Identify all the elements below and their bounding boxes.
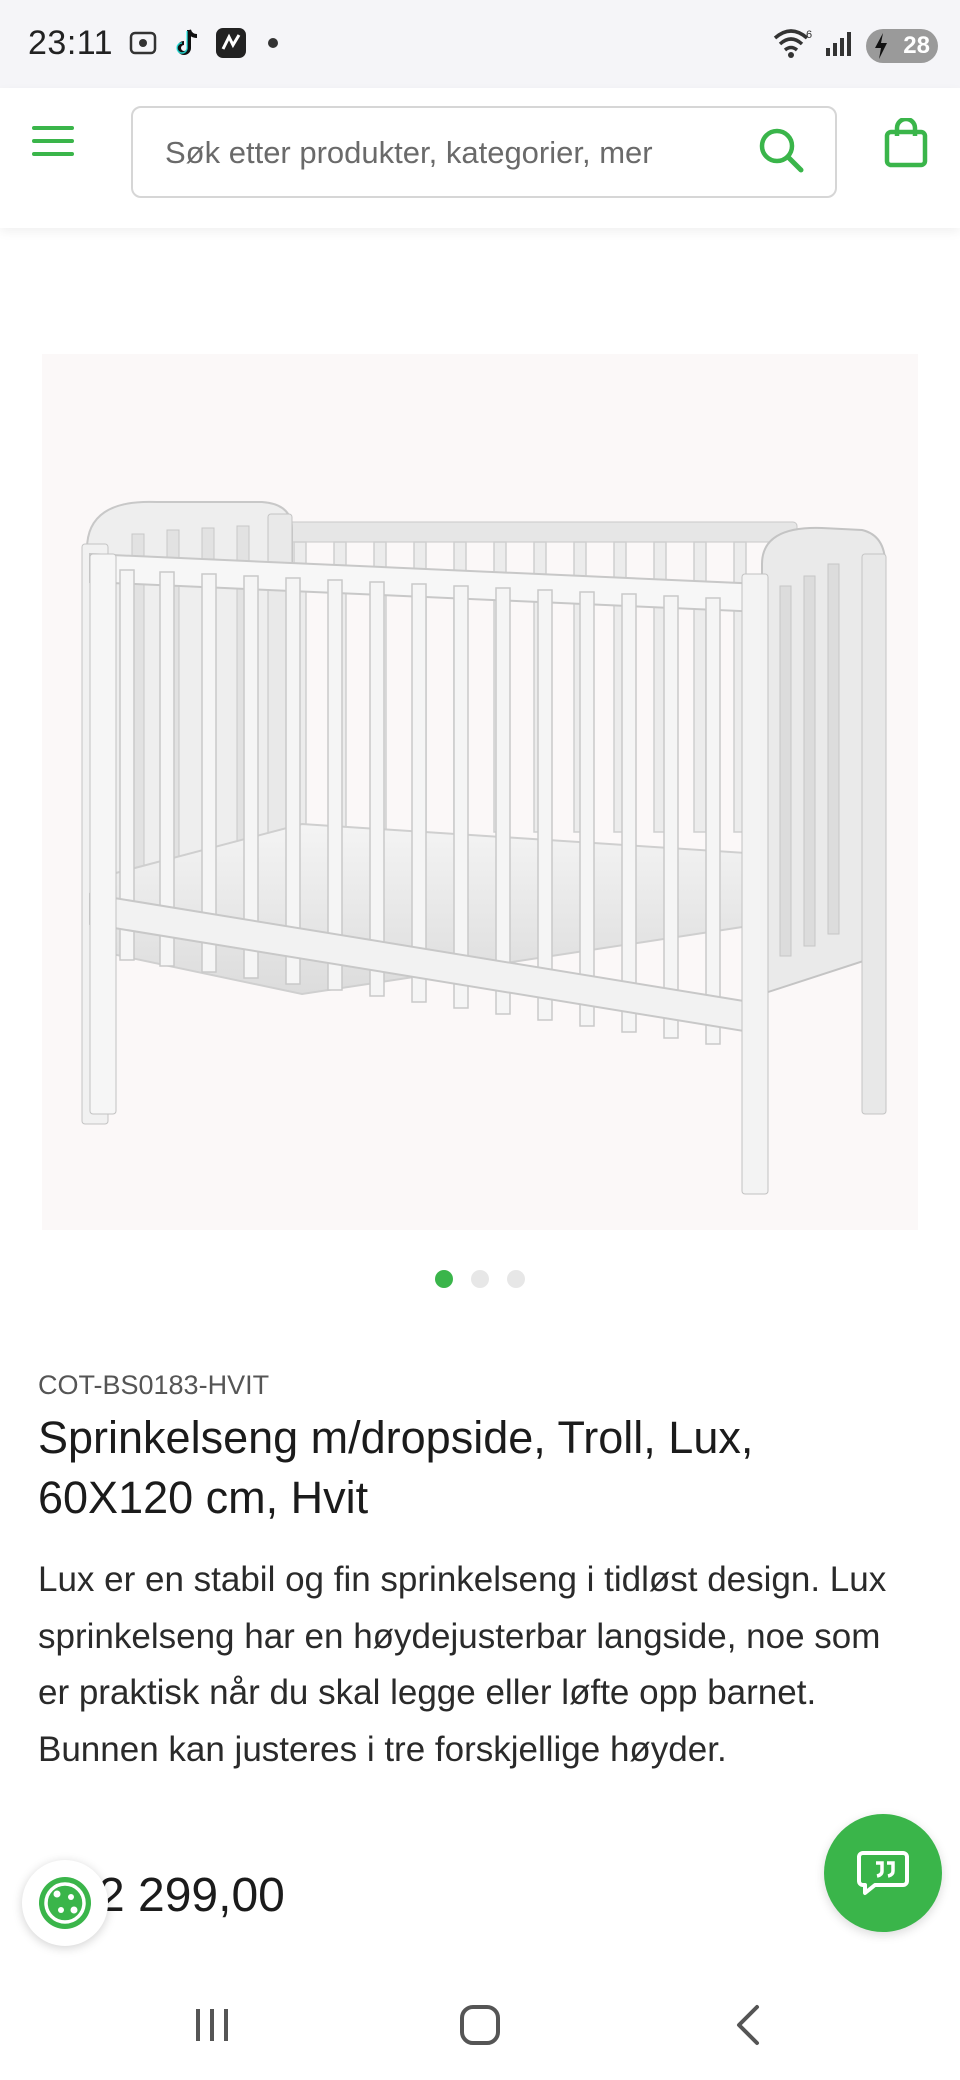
search-input[interactable]	[163, 108, 727, 198]
battery-level: 28	[903, 31, 930, 59]
product-price: 2 299,00	[98, 1869, 285, 1922]
menu-button[interactable]	[30, 124, 84, 178]
home-icon	[460, 2005, 500, 2045]
cookie-icon	[39, 1877, 91, 1929]
site-header	[0, 88, 960, 228]
system-nav-bar	[0, 1970, 960, 2080]
signal-icon	[824, 28, 856, 63]
status-bar: 23:11 6 28	[0, 0, 960, 88]
pagination-dot-3[interactable]	[507, 1270, 525, 1288]
more-notifications-dot	[268, 38, 278, 48]
search-icon	[759, 128, 804, 173]
svg-text:6: 6	[806, 29, 812, 41]
system-indicators: 6 28	[772, 26, 938, 65]
home-button[interactable]	[450, 2000, 510, 2050]
search-box	[131, 106, 837, 198]
pagination-dot-2[interactable]	[471, 1270, 489, 1288]
tiktok-icon	[170, 26, 204, 60]
back-button[interactable]	[718, 2000, 778, 2050]
recent-apps-button[interactable]	[182, 2000, 242, 2050]
menu-icon	[32, 126, 74, 156]
chat-button[interactable]	[824, 1814, 942, 1932]
cookie-settings-button[interactable]	[22, 1860, 108, 1946]
product-sku: COT-BS0183-HVIT	[38, 1370, 270, 1400]
search-button[interactable]	[757, 126, 809, 178]
crib-illustration	[81, 500, 887, 1195]
product-title: Sprinkelseng m/dropside, Troll, Lux, 60X…	[38, 1412, 754, 1523]
app-notification-icon	[214, 26, 248, 60]
back-icon	[737, 2005, 759, 2045]
recent-apps-icon	[196, 2009, 228, 2041]
screenshot-icon	[126, 26, 160, 60]
charging-icon	[874, 32, 888, 66]
pagination-dot-1[interactable]	[435, 1270, 453, 1288]
cart-button[interactable]	[884, 116, 934, 178]
battery-indicator: 28	[866, 28, 938, 66]
status-time: 23:11	[28, 24, 114, 62]
image-pagination	[0, 1270, 960, 1288]
wifi-icon: 6	[772, 26, 814, 65]
notification-icons	[126, 26, 278, 60]
product-description: Lux er en stabil og fin sprinkelseng i t…	[38, 1560, 887, 1769]
shopping-bag-icon	[884, 116, 928, 168]
chat-icon	[857, 1851, 909, 1895]
product-image[interactable]	[42, 354, 918, 1230]
